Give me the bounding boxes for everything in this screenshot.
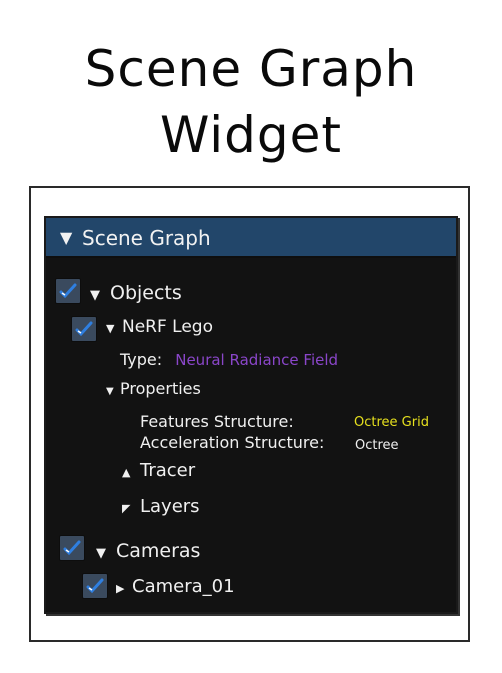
objects-checkbox[interactable] — [55, 278, 81, 304]
tree-node-tracer[interactable]: ▲ Tracer — [122, 458, 195, 486]
cameras-checkbox[interactable] — [59, 535, 85, 561]
cameras-label: Cameras — [116, 540, 201, 562]
objects-label: Objects — [110, 282, 182, 304]
page-title-line-2: Widget — [159, 106, 343, 164]
features-structure-value: Octree Grid — [354, 415, 429, 430]
scene-graph-header[interactable]: ▼ Scene Graph — [46, 218, 456, 258]
triangle-down-icon[interactable]: ▼ — [106, 379, 118, 405]
type-row: Type: Neural Radiance Field — [120, 350, 338, 370]
check-icon — [63, 540, 81, 556]
check-icon — [86, 578, 104, 594]
features-structure-key: Features Structure: — [140, 412, 294, 431]
nerf-lego-checkbox[interactable] — [71, 316, 97, 342]
nerf-lego-label: NeRF Lego — [122, 317, 213, 337]
camera-01-label: Camera_01 — [132, 576, 235, 597]
type-value: Neural Radiance Field — [175, 351, 339, 369]
tracer-label: Tracer — [140, 460, 196, 481]
triangle-right-icon[interactable]: ▶ — [116, 576, 130, 602]
check-icon — [75, 321, 93, 337]
triangle-down-icon[interactable]: ▼ — [106, 316, 118, 342]
tree-node-properties[interactable]: ▼ Properties — [106, 376, 201, 405]
tree-node-layers[interactable]: ◤ Layers — [122, 494, 200, 522]
triangle-down-icon[interactable]: ▼ — [60, 218, 72, 258]
tree-node-cameras[interactable]: ▼ Cameras — [96, 538, 200, 567]
properties-label: Properties — [120, 379, 201, 398]
tree-node-camera-01[interactable]: ▶ Camera_01 — [116, 574, 235, 602]
triangle-right-icon[interactable]: ◤ — [122, 496, 136, 522]
page-title-line-1: Scene Graph — [84, 40, 418, 98]
scene-graph-widget: ▼ Scene Graph ▼ Objects ▼ NeRF Lego Type: … — [44, 216, 458, 614]
tree-node-objects[interactable]: ▼ Objects — [90, 280, 182, 309]
camera-01-checkbox[interactable] — [82, 573, 108, 599]
triangle-down-icon[interactable]: ▼ — [90, 283, 106, 309]
triangle-up-icon[interactable]: ▲ — [122, 460, 136, 486]
scene-graph-header-label: Scene Graph — [82, 226, 211, 250]
acceleration-structure-key: Acceleration Structure: — [140, 433, 325, 452]
type-key: Type: — [120, 350, 163, 369]
acceleration-structure-value: Octree — [355, 438, 399, 453]
check-icon — [59, 283, 77, 299]
triangle-down-icon[interactable]: ▼ — [96, 541, 112, 567]
tree-node-nerf-lego[interactable]: ▼ NeRF Lego — [106, 314, 213, 342]
layers-label: Layers — [140, 496, 200, 517]
